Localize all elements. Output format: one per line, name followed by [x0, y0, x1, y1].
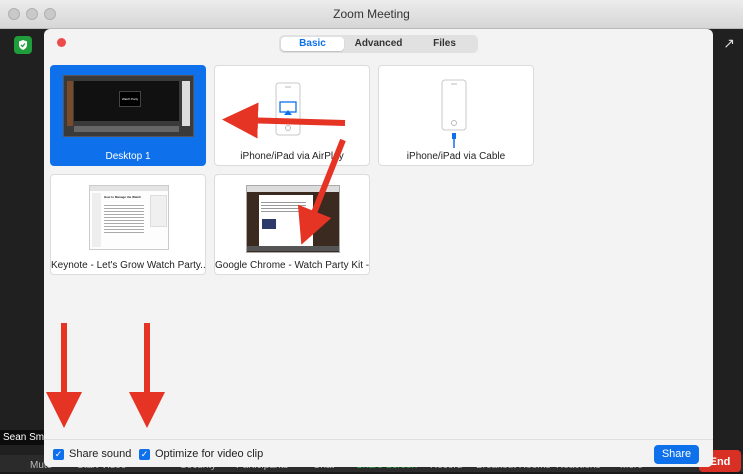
participant-name: Sean Sm: [0, 430, 48, 445]
share-tabs: Basic Advanced Files: [279, 35, 478, 53]
optimize-video-label: Optimize for video clip: [155, 448, 264, 460]
keynote-thumbnail-caption: How to Manage the Watch: [104, 195, 142, 199]
share-sound-checkbox[interactable]: ✓: [53, 449, 64, 460]
share-tile-label: Google Chrome - Watch Party Kit -...: [215, 260, 369, 271]
share-button[interactable]: Share: [654, 445, 699, 464]
window-title: Zoom Meeting: [333, 7, 410, 21]
share-tile-desktop[interactable]: Watch Party Desktop 1: [50, 65, 206, 166]
share-options-bar: ✓ Share sound ✓ Optimize for video clip …: [44, 439, 713, 467]
keynote-thumbnail: How to Manage the Watch: [89, 185, 169, 250]
optimize-video-checkbox[interactable]: ✓: [139, 449, 150, 460]
share-tile-chrome[interactable]: Google Chrome - Watch Party Kit -...: [214, 174, 370, 275]
share-screen-dialog: Basic Advanced Files Watch Party Desktop…: [44, 29, 713, 467]
desktop-thumbnail-caption: Watch Party: [119, 91, 141, 107]
desktop-thumbnail: Watch Party: [63, 75, 194, 137]
share-tile-keynote[interactable]: How to Manage the Watch Keynote - Let's …: [50, 174, 206, 275]
security-shield-icon[interactable]: [14, 36, 32, 54]
cable-device-icon: [441, 79, 467, 148]
share-tile-label: Desktop 1: [105, 151, 151, 162]
share-sound-label: Share sound: [69, 448, 132, 460]
tab-advanced[interactable]: Advanced: [347, 37, 410, 51]
share-tile-airplay[interactable]: iPhone/iPad via AirPlay: [214, 65, 370, 166]
window-titlebar: Zoom Meeting: [0, 0, 743, 29]
share-tile-label: Keynote - Let's Grow Watch Party...: [51, 260, 205, 271]
airplay-device-icon: [275, 82, 301, 136]
fullscreen-icon[interactable]: ↗: [723, 35, 735, 52]
chrome-thumbnail: [246, 185, 340, 253]
share-tile-label: iPhone/iPad via AirPlay: [240, 151, 344, 162]
tab-files[interactable]: Files: [413, 37, 476, 51]
share-tile-cable[interactable]: iPhone/iPad via Cable: [378, 65, 534, 166]
tab-basic[interactable]: Basic: [281, 37, 344, 51]
share-tile-label: iPhone/iPad via Cable: [406, 151, 506, 162]
dialog-close-button[interactable]: [57, 38, 66, 47]
